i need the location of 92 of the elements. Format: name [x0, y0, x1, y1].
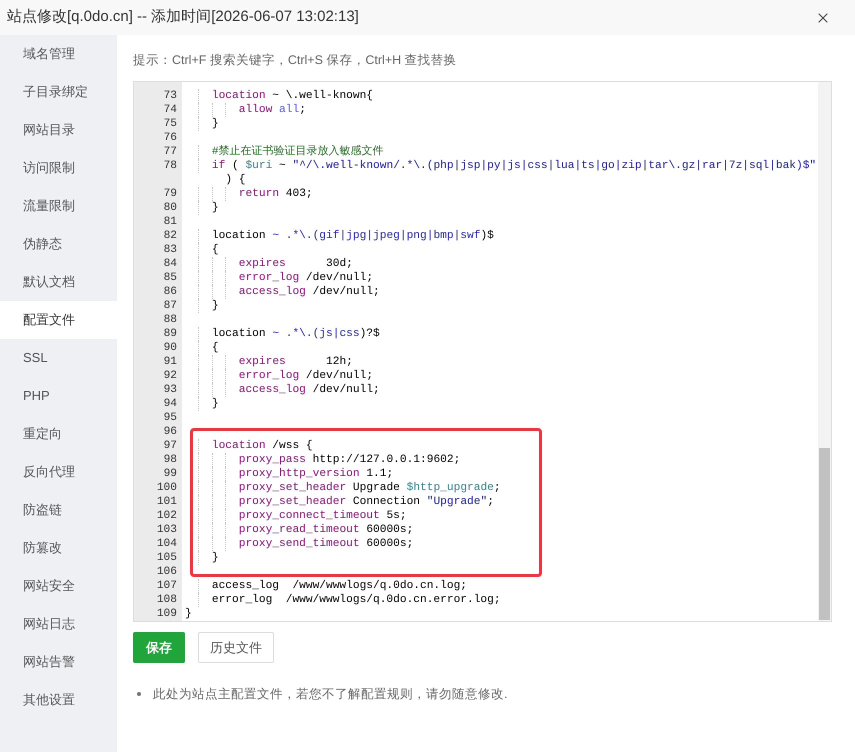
code-line: expires 30d; — [238, 257, 353, 271]
line-number: 98 — [162, 453, 178, 467]
sidebar-item[interactable]: PHP — [0, 377, 117, 415]
line-number: 76 — [162, 131, 178, 145]
line-number: 85 — [162, 271, 178, 285]
sidebar-item[interactable]: 流量限制 — [0, 187, 117, 225]
code-line: return 403; — [238, 187, 313, 201]
code-line: } — [212, 117, 220, 131]
line-number: 103 — [156, 523, 178, 537]
sidebar-item[interactable]: 网站安全 — [0, 567, 117, 605]
line-number: 84 — [162, 257, 178, 271]
sidebar-item[interactable]: 访问限制 — [0, 149, 117, 187]
line-number: 79 — [162, 187, 178, 201]
line-number: 99 — [162, 467, 178, 481]
code-line: if ( $uri ~ "^/\.well-known/.*\.(php|jsp|py|js|css|lua|ts|go|zip|tar\.gz|rar|7z|sql|bak)$" ) { — [212, 159, 818, 187]
line-number: 83 — [162, 243, 178, 257]
code-line: error_log /dev/null; — [238, 271, 374, 285]
code-line: { — [212, 341, 220, 355]
code-line: #禁止在证书验证目录放入敏感文件 — [212, 145, 384, 159]
line-number: 94 — [162, 397, 178, 411]
code-line: } — [212, 299, 220, 313]
code-line: proxy_http_version 1.1; — [238, 467, 394, 481]
code-line: location /wss { — [212, 439, 313, 453]
code-line: access_log /dev/null; — [238, 383, 380, 397]
code-line: error_log /www/wwwlogs/q.0do.cn.error.log; — [212, 593, 501, 607]
line-number: 92 — [162, 369, 178, 383]
code-line: proxy_set_header Connection "Upgrade"; — [238, 495, 494, 509]
code-line: proxy_set_header Upgrade $http_upgrade; — [238, 481, 501, 495]
code-line: access_log /www/wwwlogs/q.0do.cn.log; — [212, 579, 467, 593]
line-number: 100 — [156, 481, 178, 495]
line-number: 74 — [162, 103, 178, 117]
code-line: expires 12h; — [238, 355, 353, 369]
code-line: location ~ .*\.(gif|jpg|jpeg|png|bmp|swf)$ — [212, 229, 494, 243]
sidebar-item[interactable]: 伪静态 — [0, 225, 117, 263]
window-title: 站点修改[q.0do.cn] -- 添加时间[2026-06-07 13:02:13] — [7, 7, 359, 28]
sidebar-item[interactable]: 子目录绑定 — [0, 73, 117, 111]
line-number: 73 — [162, 89, 178, 103]
sidebar-item[interactable]: 网站日志 — [0, 605, 117, 643]
note-text: 此处为站点主配置文件，若您不了解配置规则，请勿随意修改. — [153, 686, 508, 702]
line-number: 87 — [162, 299, 178, 313]
line-number: 97 — [162, 439, 178, 453]
line-number: 88 — [162, 313, 178, 327]
sidebar-item[interactable]: 防篡改 — [0, 529, 117, 567]
sidebar-item[interactable]: 重定向 — [0, 415, 117, 453]
code-line: } — [212, 551, 220, 565]
code-line: allow all; — [238, 103, 306, 117]
bullet-icon — [137, 692, 141, 696]
line-number: 101 — [156, 495, 178, 509]
history-files-button[interactable]: 历史文件 — [198, 632, 274, 663]
line-number: 78 — [162, 159, 178, 174]
code-line: proxy_send_timeout 60000s; — [238, 537, 414, 551]
code-line: } — [185, 607, 193, 621]
line-number: 107 — [156, 579, 178, 593]
code-line: } — [212, 201, 220, 215]
line-number: 91 — [162, 355, 178, 369]
line-number: 81 — [162, 215, 178, 229]
line-number: 93 — [162, 383, 178, 397]
code-line: proxy_read_timeout 60000s; — [238, 523, 414, 537]
sidebar-item[interactable]: 域名管理 — [0, 35, 117, 73]
line-number: 96 — [162, 425, 178, 439]
line-number: 82 — [162, 229, 178, 243]
sidebar-item[interactable]: 配置文件 — [0, 301, 117, 339]
line-number: 109 — [156, 607, 178, 621]
line-number: 105 — [156, 551, 178, 565]
line-number: 77 — [162, 145, 178, 159]
sidebar-item[interactable]: 网站告警 — [0, 643, 117, 681]
line-number: 75 — [162, 117, 178, 131]
line-number: 90 — [162, 341, 178, 355]
sidebar-item[interactable]: SSL — [0, 339, 117, 377]
code-line: location ~ \.well-known{ — [212, 89, 374, 103]
code-line: access_log /dev/null; — [238, 285, 380, 299]
line-number: 104 — [156, 537, 178, 551]
code-line: { — [212, 243, 220, 257]
line-number: 95 — [162, 411, 178, 425]
sidebar-item[interactable]: 反向代理 — [0, 453, 117, 491]
line-number: 80 — [162, 201, 178, 215]
sidebar-item[interactable]: 其他设置 — [0, 681, 117, 719]
code-line: proxy_connect_timeout 5s; — [238, 509, 407, 523]
line-number: 89 — [162, 327, 178, 341]
sidebar-item[interactable]: 默认文档 — [0, 263, 117, 301]
line-number: 106 — [156, 565, 178, 579]
line-number: 108 — [156, 593, 178, 607]
hint-text: 提示：Ctrl+F 搜索关键字，Ctrl+S 保存，Ctrl+H 查找替换 — [133, 52, 457, 69]
sidebar-item[interactable]: 防盗链 — [0, 491, 117, 529]
line-number: 86 — [162, 285, 178, 299]
code-line: } — [212, 397, 220, 411]
code-line: error_log /dev/null; — [238, 369, 374, 383]
line-number: 102 — [156, 509, 178, 523]
code-line: location ~ .*\.(js|css)?$ — [212, 327, 380, 341]
sidebar-item[interactable]: 网站目录 — [0, 111, 117, 149]
code-line: proxy_pass http://127.0.0.1:9602; — [238, 453, 460, 467]
scrollbar-thumb[interactable] — [819, 448, 830, 620]
